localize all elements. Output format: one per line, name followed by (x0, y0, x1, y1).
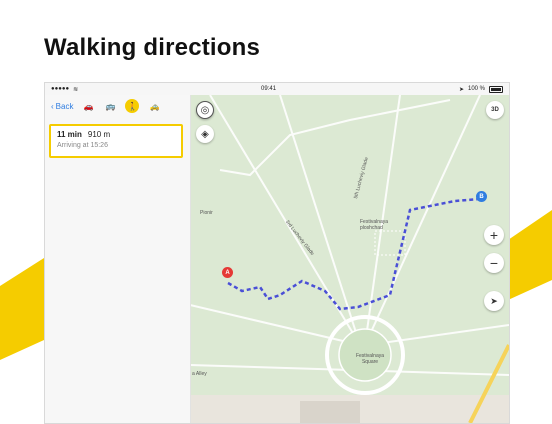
minus-icon: − (489, 255, 499, 271)
map-view[interactable]: ◎ ◈ 3D + − ➤ A B Festivalnaya ploshchad … (190, 95, 509, 423)
mode-walk[interactable]: 🚶 (125, 99, 140, 113)
route-navbar: ‹ Back 🚗 🚌 🚶 🚕 (45, 95, 190, 117)
pin-a-marker[interactable]: A (222, 267, 233, 278)
route-distance: 910 m (87, 130, 111, 139)
map-label-pioneer: Pionir (200, 210, 213, 216)
pin-a-label: A (225, 269, 230, 276)
clock: 09:41 (261, 86, 277, 92)
location-icon: ➤ (458, 86, 464, 93)
plus-icon: + (489, 227, 499, 243)
pin-b-marker[interactable]: B (476, 191, 487, 202)
map-canvas (190, 95, 509, 423)
status-bar: ●●●●● ≋ 09:41 ➤ 100 % (45, 83, 509, 95)
locate-me-button[interactable]: ➤ (484, 291, 504, 311)
battery-icon (489, 85, 503, 93)
compass-button[interactable]: ◎ (196, 101, 214, 119)
navigation-arrow-icon: ➤ (490, 295, 498, 306)
car-icon: 🚗 (83, 101, 94, 111)
walk-icon: 🚶 (127, 101, 138, 111)
map-label-alley: a Alley (192, 371, 207, 377)
layers-button[interactable]: ◈ (196, 125, 214, 143)
bus-icon: 🚌 (105, 101, 116, 111)
3d-label: 3D (491, 107, 499, 113)
wifi-icon: ≋ (73, 86, 79, 93)
zoom-in-button[interactable]: + (484, 225, 504, 245)
ipad-screen: ●●●●● ≋ 09:41 ➤ 100 % ‹ Back 🚗 🚌 🚶 🚕 11 … (44, 82, 510, 424)
map-label-festivalnaya: Festivalnaya ploshchad (360, 219, 389, 231)
arrival-time: Arriving at 15:26 (57, 142, 108, 149)
route-duration: 11 min (57, 130, 82, 139)
back-button[interactable]: ‹ Back (51, 102, 73, 111)
layers-icon: ◈ (201, 128, 209, 140)
route-summary-card[interactable]: 11 min 910 m Arriving at 15:26 (49, 124, 183, 158)
signal-icon: ●●●●● (51, 86, 70, 92)
battery-text: 100 % (467, 86, 485, 92)
directions-sidebar: ‹ Back 🚗 🚌 🚶 🚕 11 min 910 m Arriving at … (45, 95, 191, 423)
taxi-icon: 🚕 (149, 101, 160, 111)
3d-button[interactable]: 3D (486, 101, 504, 119)
zoom-out-button[interactable]: − (484, 253, 504, 273)
mode-car[interactable]: 🚗 (81, 99, 95, 113)
chevron-left-icon: ‹ (51, 101, 54, 111)
pin-b-label: B (479, 193, 484, 200)
page-title: Walking directions (44, 34, 261, 61)
mode-transit[interactable]: 🚌 (103, 99, 117, 113)
map-label-square: Festivalnaya Square (355, 353, 385, 365)
compass-icon: ◎ (200, 104, 210, 116)
mode-taxi[interactable]: 🚕 (147, 99, 161, 113)
back-label: Back (55, 101, 74, 111)
